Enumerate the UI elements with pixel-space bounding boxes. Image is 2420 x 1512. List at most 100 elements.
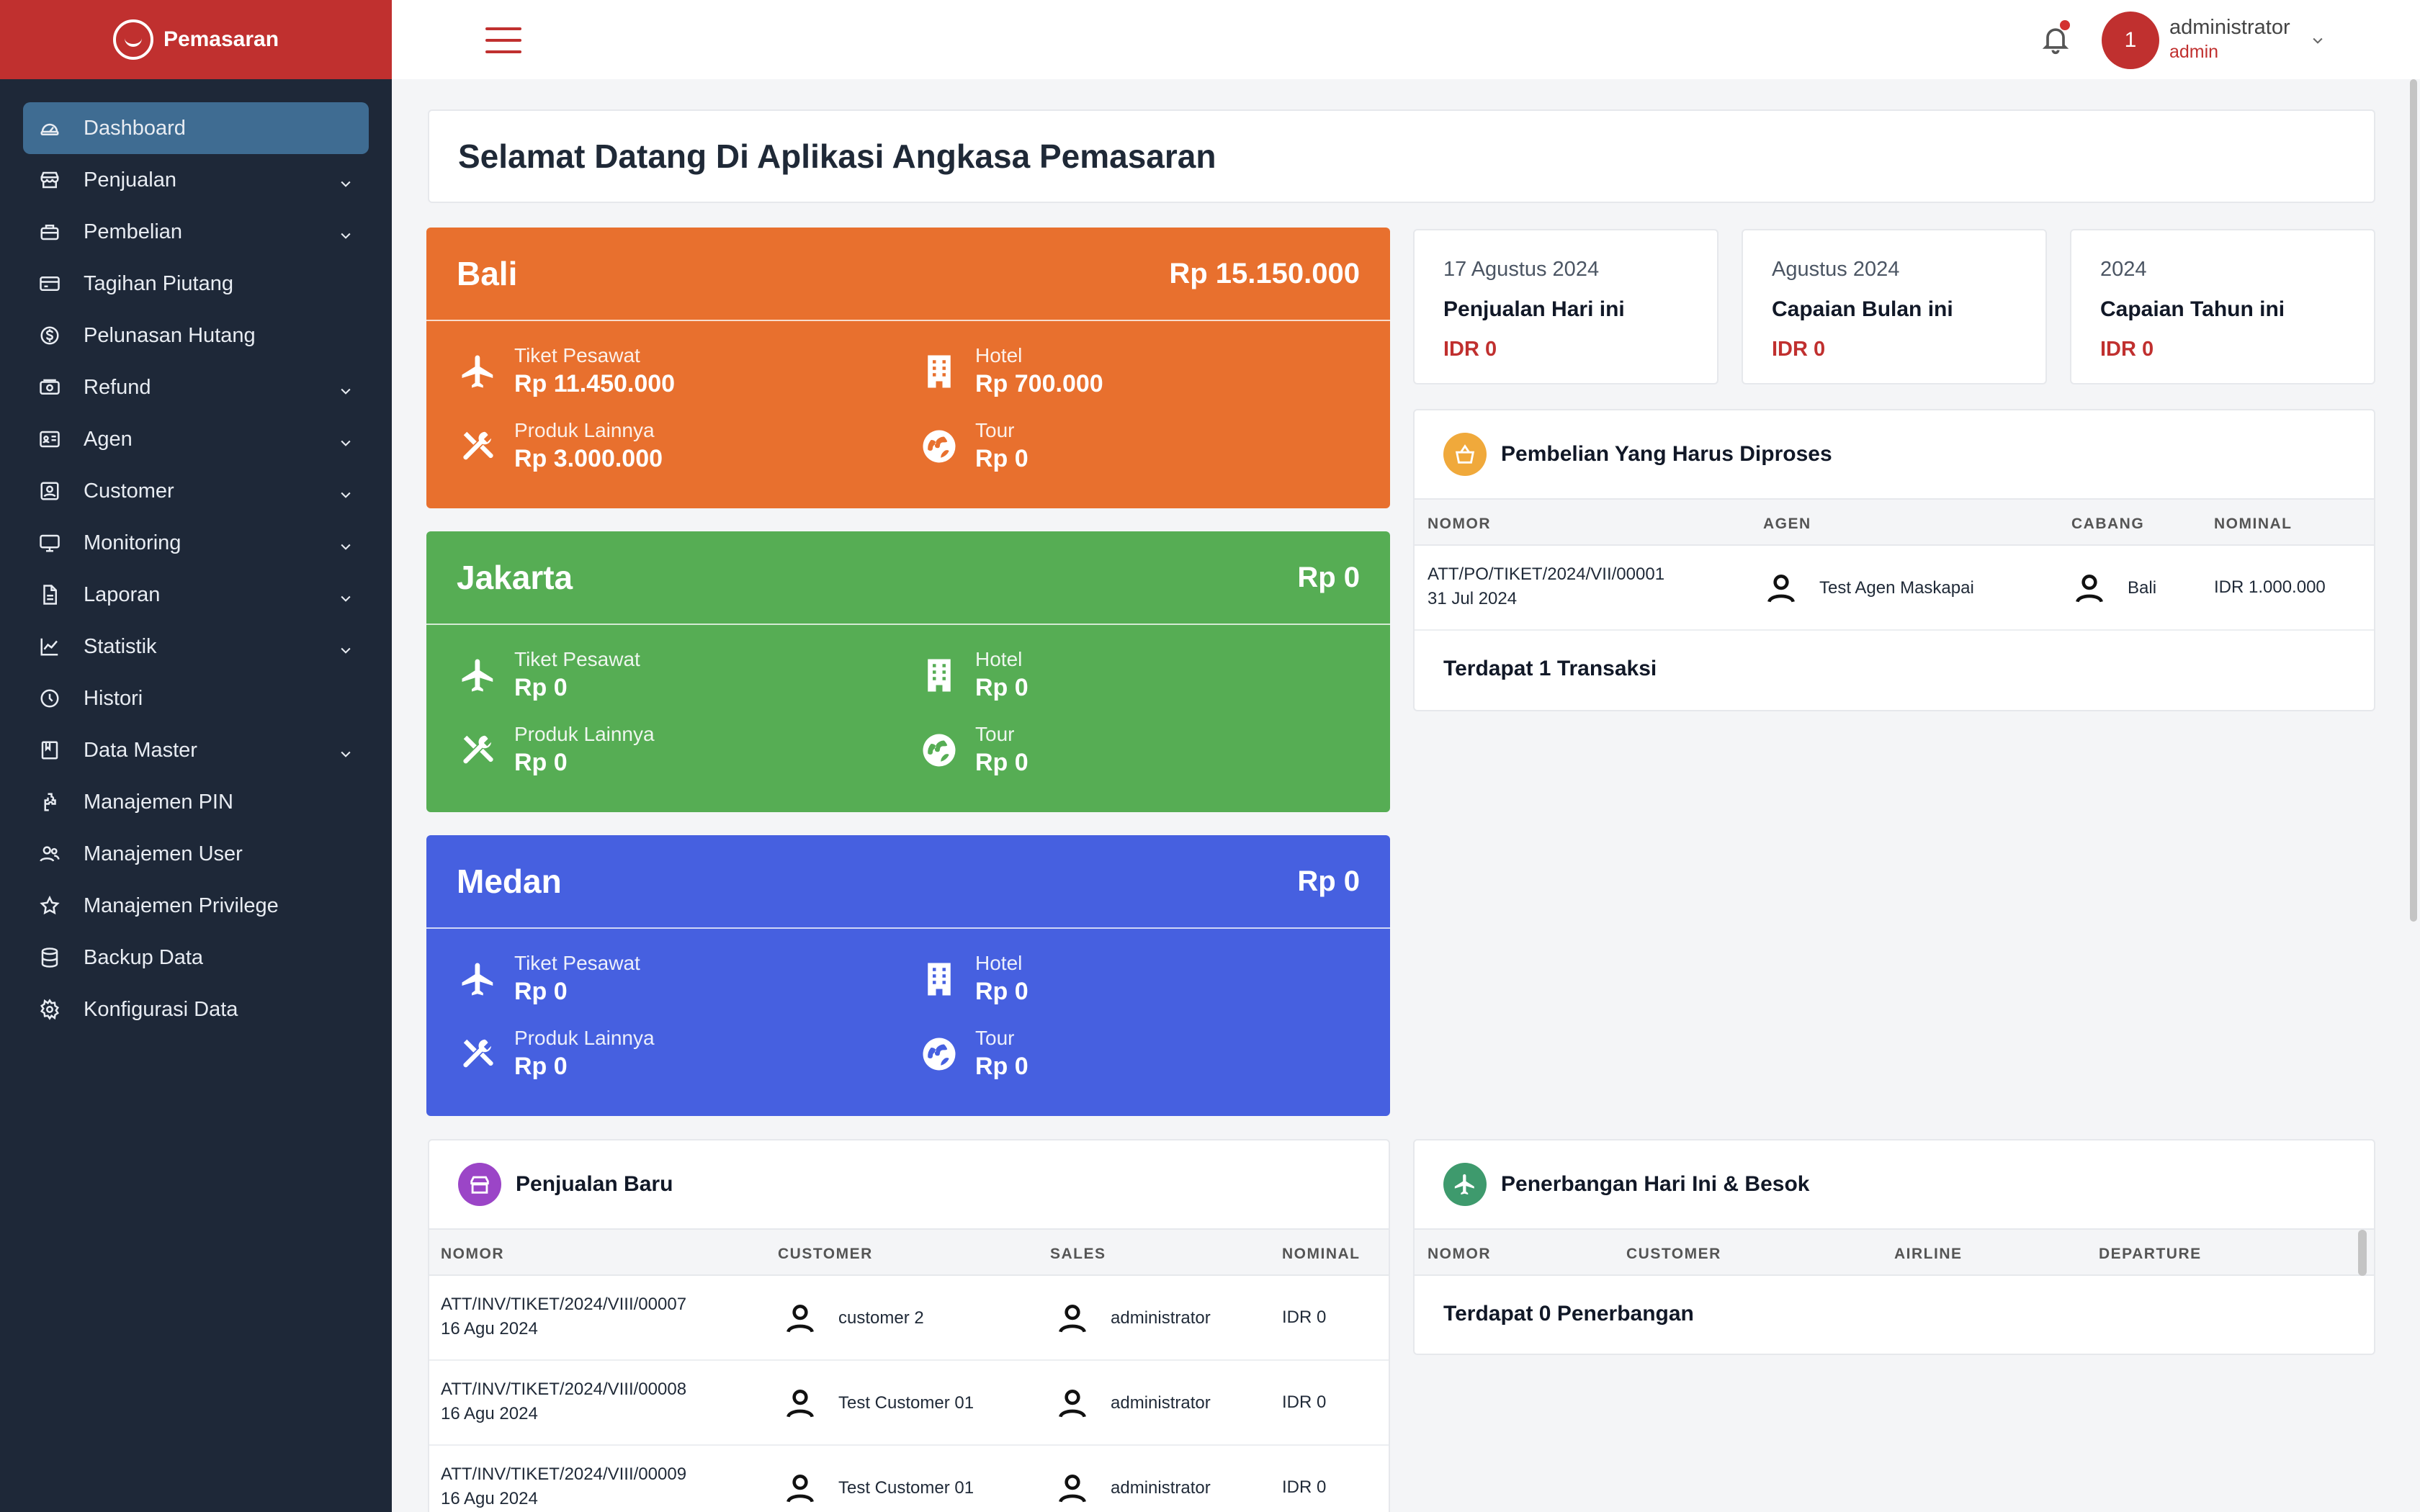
- stat-value: Rp 0: [975, 1053, 1028, 1080]
- row-tanggal: 31 Jul 2024: [1428, 589, 1518, 608]
- sidebar-item-label: Penjualan: [84, 168, 176, 192]
- stat-produk-lainnya: Produk Lainnya Rp 3.000.000: [457, 419, 889, 473]
- column-header: NOMINAL: [2214, 516, 2293, 532]
- brand-logo-icon: [112, 19, 153, 60]
- menu-toggle-icon[interactable]: [485, 27, 521, 53]
- sidebar-item-manajemen-user[interactable]: Manajemen User: [23, 828, 369, 880]
- clock-icon: [39, 688, 60, 709]
- chevron-down-icon: [339, 173, 353, 187]
- sidebar-item-statistik[interactable]: Statistik: [23, 621, 369, 672]
- sidebar-item-data-master[interactable]: Data Master: [23, 724, 369, 776]
- sidebar-item-histori[interactable]: Histori: [23, 672, 369, 724]
- globe-icon: [918, 1032, 961, 1076]
- notification-dot: [2060, 20, 2070, 30]
- region-total: Rp 15.150.000: [1169, 257, 1360, 289]
- sidebar-item-pembelian[interactable]: Pembelian: [23, 206, 369, 258]
- user-icon: [786, 1390, 814, 1418]
- stat-tiket-pesawat: Tiket Pesawat Rp 11.450.000: [457, 344, 889, 398]
- database-icon: [39, 947, 60, 968]
- user-icon: [1059, 1390, 1086, 1418]
- sidebar-item-pelunasan-hutang[interactable]: Pelunasan Hutang: [23, 310, 369, 361]
- summary-card-bulan-ini: Agustus 2024 Capaian Bulan ini IDR 0: [1742, 229, 2047, 384]
- user-icon: [1767, 575, 1795, 603]
- building-icon: [918, 654, 961, 697]
- page-scrollbar[interactable]: [2410, 79, 2417, 922]
- sidebar-item-manajemen-privilege[interactable]: Manajemen Privilege: [23, 880, 369, 932]
- stat-tour: Tour Rp 0: [918, 1027, 1350, 1081]
- row-tanggal: 16 Agu 2024: [441, 1404, 538, 1423]
- pin-puzzle-icon: [39, 791, 60, 813]
- stat-hotel: Hotel Rp 0: [918, 648, 1350, 702]
- table-scrollbar[interactable]: [2358, 1230, 2367, 1276]
- summary-value: IDR 0: [1443, 338, 1497, 361]
- chevron-down-icon: [339, 484, 353, 498]
- stat-label: Produk Lainnya: [514, 723, 655, 745]
- sales-name: administrator: [1111, 1308, 1211, 1328]
- sidebar-item-label: Laporan: [84, 582, 161, 606]
- stat-label: Tiket Pesawat: [514, 952, 640, 974]
- row-nomor[interactable]: ATT/PO/TIKET/2024/VII/00001: [1428, 564, 1664, 585]
- panel-title: Pembelian Yang Harus Diproses: [1501, 442, 1832, 466]
- sidebar-item-agen[interactable]: Agen: [23, 413, 369, 465]
- summary-value: IDR 0: [2100, 338, 2154, 361]
- sales-name: administrator: [1111, 1478, 1211, 1498]
- bell-icon[interactable]: [2040, 20, 2071, 55]
- chevron-down-icon[interactable]: [2311, 33, 2325, 48]
- building-icon: [918, 350, 961, 393]
- row-nomor[interactable]: ATT/INV/TIKET/2024/VIII/00008: [441, 1380, 686, 1400]
- penjualan-baru-panel: Penjualan Baru NOMOR CUSTOMER SALES NOMI…: [428, 1139, 1390, 1512]
- sidebar-item-refund[interactable]: Refund: [23, 361, 369, 413]
- contact-card-icon: [39, 480, 60, 502]
- tools-icon: [457, 425, 500, 468]
- region-name: Bali: [457, 255, 518, 292]
- stat-value: Rp 700.000: [975, 370, 1103, 397]
- row-nominal: IDR 1.000.000: [2214, 577, 2326, 597]
- brand[interactable]: Pemasaran: [0, 0, 392, 79]
- row-nominal: IDR 0: [1282, 1392, 1327, 1412]
- sidebar-item-monitoring[interactable]: Monitoring: [23, 517, 369, 569]
- row-nomor[interactable]: ATT/INV/TIKET/2024/VIII/00009: [441, 1464, 686, 1485]
- welcome-card: Selamat Datang Di Aplikasi Angkasa Pemas…: [428, 109, 2375, 203]
- table-row[interactable]: ATT/INV/TIKET/2024/VIII/00009 16 Agu 202…: [429, 1446, 1389, 1512]
- sidebar-item-laporan[interactable]: Laporan: [23, 569, 369, 621]
- customer-name: Test Customer 01: [838, 1393, 974, 1413]
- table-row[interactable]: ATT/PO/TIKET/2024/VII/00001 31 Jul 2024 …: [1415, 546, 2374, 631]
- region-card-medan: Medan Rp 0 Tiket Pesawat Rp 0 Hotel Rp 0 P…: [426, 835, 1390, 1116]
- column-header: AGEN: [1763, 516, 1811, 532]
- user-icon: [786, 1475, 814, 1503]
- avatar[interactable]: 1: [2102, 12, 2159, 69]
- row-nomor[interactable]: ATT/INV/TIKET/2024/VIII/00007: [441, 1295, 686, 1315]
- sidebar-item-dashboard[interactable]: Dashboard: [23, 102, 369, 154]
- table-row[interactable]: ATT/INV/TIKET/2024/VIII/00007 16 Agu 202…: [429, 1276, 1389, 1361]
- table-header: NOMOR CUSTOMER AIRLINE DEPARTURE: [1415, 1230, 2374, 1276]
- row-sales: administrator: [1054, 1470, 1211, 1506]
- table-row[interactable]: ATT/INV/TIKET/2024/VIII/00008 16 Agu 202…: [429, 1361, 1389, 1446]
- sidebar-item-customer[interactable]: Customer: [23, 465, 369, 517]
- globe-icon: [918, 425, 961, 468]
- sidebar: Pemasaran Dashboard Penjualan Pembelian …: [0, 0, 392, 1512]
- column-header: NOMINAL: [1282, 1246, 1361, 1262]
- globe-icon: [918, 729, 961, 772]
- stat-value: Rp 11.450.000: [514, 370, 676, 397]
- gauge-icon: [39, 117, 60, 139]
- table-header: NOMOR AGEN CABANG NOMINAL: [1415, 500, 2374, 546]
- user-name[interactable]: administrator: [2169, 16, 2290, 40]
- sidebar-item-backup-data[interactable]: Backup Data: [23, 932, 369, 984]
- column-header: NOMOR: [1428, 516, 1491, 532]
- row-customer: customer 2: [782, 1300, 924, 1336]
- sidebar-item-label: Backup Data: [84, 945, 204, 969]
- column-header: CABANG: [2071, 516, 2145, 532]
- stat-label: Hotel: [975, 648, 1023, 670]
- region-card-jakarta: Jakarta Rp 0 Tiket Pesawat Rp 0 Hotel Rp 0…: [426, 531, 1390, 812]
- sidebar-item-label: Refund: [84, 375, 151, 399]
- pembelian-panel: Pembelian Yang Harus Diproses NOMOR AGEN…: [1413, 409, 2375, 711]
- sidebar-item-tagihan-piutang[interactable]: Tagihan Piutang: [23, 258, 369, 310]
- star-icon: [39, 895, 60, 917]
- sidebar-item-konfigurasi-data[interactable]: Konfigurasi Data: [23, 984, 369, 1035]
- sidebar-item-manajemen-pin[interactable]: Manajemen PIN: [23, 776, 369, 828]
- stat-value: Rp 0: [514, 1053, 568, 1080]
- id-card-icon: [39, 428, 60, 450]
- stat-label: Produk Lainnya: [514, 419, 655, 441]
- sidebar-item-penjualan[interactable]: Penjualan: [23, 154, 369, 206]
- stat-label: Tiket Pesawat: [514, 344, 640, 366]
